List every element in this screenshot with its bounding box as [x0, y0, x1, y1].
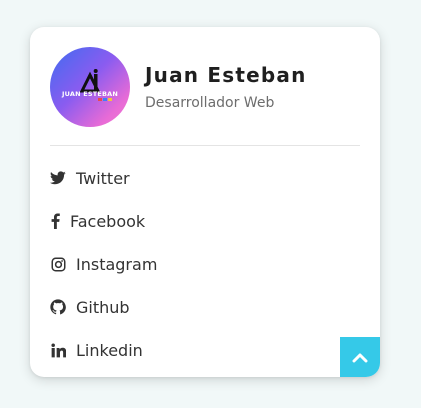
- github-icon: [50, 299, 66, 315]
- avatar-logo-icon: [79, 69, 112, 101]
- link-label: Facebook: [70, 211, 146, 231]
- link-label: Github: [76, 297, 130, 317]
- link-label: Twitter: [76, 168, 130, 188]
- link-linkedin[interactable]: Linkedin: [50, 335, 143, 365]
- link-github[interactable]: Github: [50, 292, 130, 322]
- link-label: Instagram: [76, 254, 158, 274]
- twitter-icon: [50, 170, 66, 186]
- profile-card: JUAN ESTEBAN Juan Esteban Desarrollador …: [30, 27, 380, 377]
- link-twitter[interactable]: Twitter: [50, 163, 130, 193]
- profile-role: Desarrollador Web: [145, 95, 274, 111]
- link-label: Linkedin: [76, 340, 143, 360]
- chevron-up-icon: [352, 353, 368, 362]
- scroll-to-top-button[interactable]: [340, 337, 380, 377]
- profile-role-text: Desarrollador Web: [145, 95, 275, 111]
- link-facebook[interactable]: Facebook: [50, 206, 145, 236]
- facebook-icon: [50, 213, 60, 229]
- divider: [50, 145, 360, 146]
- profile-header: JUAN ESTEBAN Juan Esteban Desarrollador …: [50, 47, 360, 127]
- avatar-text: JUAN ESTEBAN: [61, 90, 119, 98]
- linkedin-icon: [50, 342, 66, 358]
- profile-name: Juan Esteban: [145, 63, 307, 87]
- avatar: JUAN ESTEBAN: [50, 47, 130, 127]
- instagram-icon: [50, 256, 66, 272]
- link-instagram[interactable]: Instagram: [50, 249, 157, 279]
